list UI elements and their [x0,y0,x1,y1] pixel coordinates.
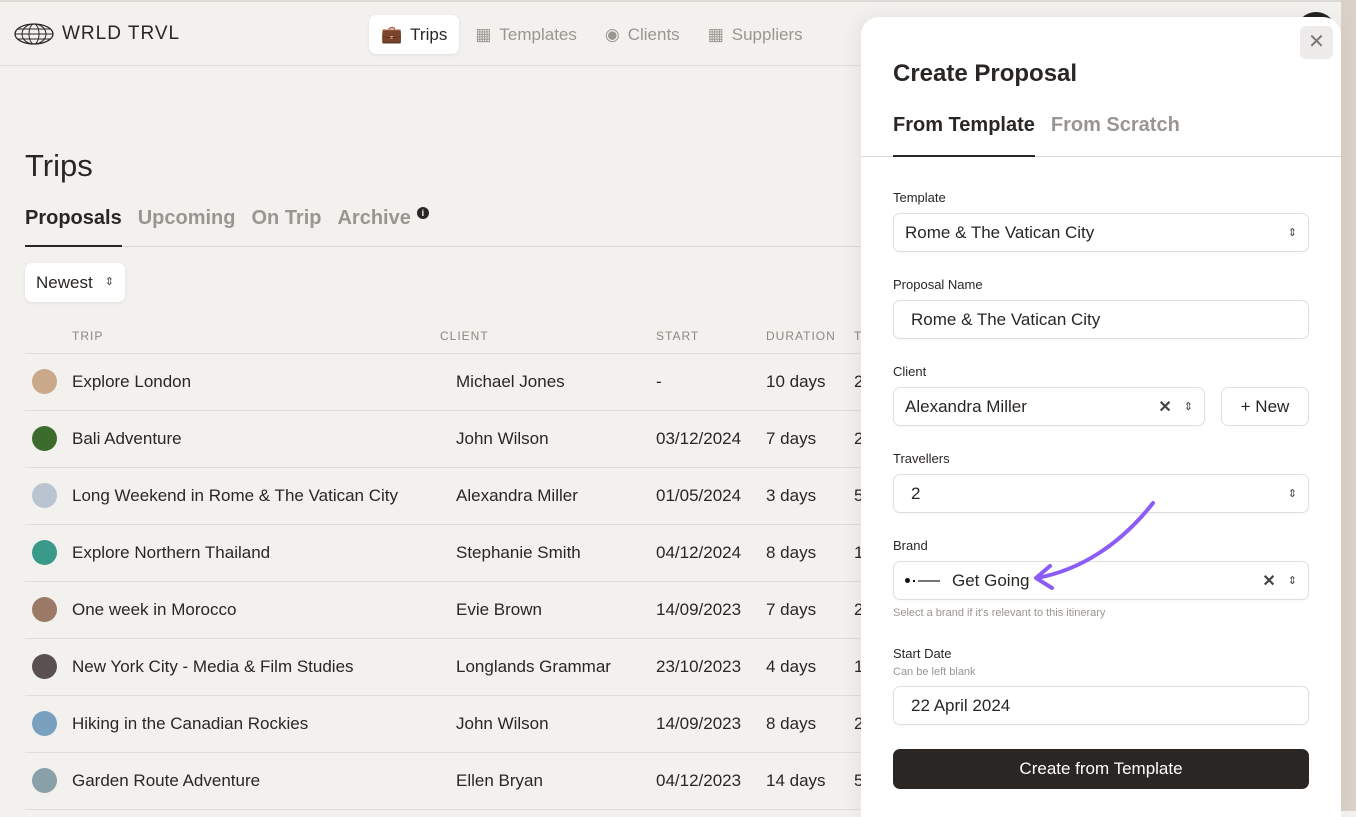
annotation-arrow-icon [1034,501,1155,590]
